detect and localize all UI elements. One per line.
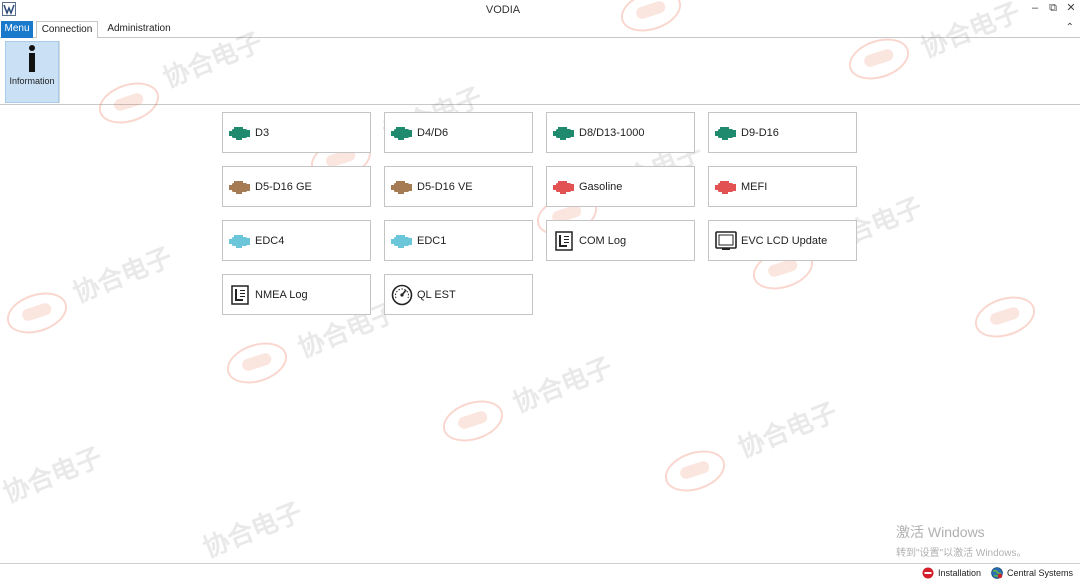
status-installation[interactable]: Installation xyxy=(922,566,981,580)
tile-label: D8/D13-1000 xyxy=(579,126,645,139)
engine-icon xyxy=(229,230,251,252)
gauge-icon xyxy=(391,284,413,306)
log-document-icon xyxy=(553,230,575,252)
chevron-up-icon[interactable]: ⌃ xyxy=(1066,22,1074,33)
display-monitor-icon xyxy=(715,230,737,252)
ribbon-group: Information xyxy=(4,41,60,103)
watermark-logo xyxy=(437,393,509,449)
tile-edc4[interactable]: EDC4 xyxy=(222,220,371,261)
engine-icon xyxy=(229,176,251,198)
tile-label: D3 xyxy=(255,126,270,139)
tile-gasoline[interactable]: Gasoline xyxy=(546,166,695,207)
ribbon-panel: Information xyxy=(0,38,1080,105)
tile-label: EDC1 xyxy=(417,234,447,247)
status-installation-label: Installation xyxy=(938,568,982,578)
vodia-window: VODIA – ⧉ ✕ Menu Connection Administrati… xyxy=(0,0,1080,581)
engine-icon xyxy=(391,176,413,198)
tile-evc-lcd-update[interactable]: EVC LCD Update xyxy=(708,220,857,261)
watermark-logo xyxy=(221,335,293,391)
ribbon-tab-bar: Menu Connection Administration ⌃ xyxy=(0,20,1080,39)
tile-edc1[interactable]: EDC1 xyxy=(384,220,533,261)
tile-d5-d16-ve[interactable]: D5-D16 VE xyxy=(384,166,533,207)
activation-title: 激活 Windows xyxy=(896,524,985,540)
tile-label: EVC LCD Update xyxy=(741,234,828,247)
tile-d3[interactable]: D3 xyxy=(222,112,371,153)
windows-activation-notice: 激活 Windows 转到"设置"以激活 Windows。 xyxy=(896,522,1026,559)
information-label: Information xyxy=(9,76,55,86)
tile-label: Gasoline xyxy=(579,180,623,193)
watermark-text: 协合电子 xyxy=(734,397,842,465)
engine-icon xyxy=(553,122,575,144)
window-title: VODIA xyxy=(485,4,521,16)
tile-label: MEFI xyxy=(741,180,768,193)
tab-menu[interactable]: Menu xyxy=(1,21,33,38)
tile-ql-est[interactable]: QL EST xyxy=(384,274,533,315)
watermark-logo xyxy=(969,289,1041,345)
tile-label: D9-D16 xyxy=(741,126,779,139)
title-bar: VODIA – ⧉ ✕ xyxy=(0,0,1080,20)
tile-label: D5-D16 GE xyxy=(255,180,312,193)
tile-nmea-log[interactable]: NMEA Log xyxy=(222,274,371,315)
engine-icon xyxy=(229,122,251,144)
watermark-text: 协合电子 xyxy=(509,352,617,420)
engine-icon xyxy=(715,176,737,198)
watermark-text: 协合电子 xyxy=(69,242,177,310)
tile-label: EDC4 xyxy=(255,234,285,247)
tile-d5-d16-ge[interactable]: D5-D16 GE xyxy=(222,166,371,207)
watermark-text: 协合电子 xyxy=(199,497,307,565)
tab-administration[interactable]: Administration xyxy=(102,21,176,38)
tile-label: D5-D16 VE xyxy=(417,180,473,193)
status-central-systems-label: Central Systems xyxy=(1007,568,1074,578)
close-icon[interactable]: ✕ xyxy=(1060,0,1080,18)
activation-subtitle: 转到"设置"以激活 Windows。 xyxy=(896,548,1027,559)
stop-sign-icon xyxy=(922,567,934,579)
tile-d8-d13-1000[interactable]: D8/D13-1000 xyxy=(546,112,695,153)
tile-d4-d6[interactable]: D4/D6 xyxy=(384,112,533,153)
tab-connection[interactable]: Connection xyxy=(36,21,98,39)
engine-icon xyxy=(553,176,575,198)
globe-icon xyxy=(991,567,1003,579)
engine-icon xyxy=(715,122,737,144)
tile-label: NMEA Log xyxy=(255,288,308,301)
status-bar: Installation Central Systems xyxy=(0,563,1080,581)
watermark-logo xyxy=(1,285,73,341)
information-button[interactable]: Information xyxy=(5,41,59,103)
engine-icon xyxy=(391,230,413,252)
tile-label: COM Log xyxy=(579,234,627,247)
engine-icon xyxy=(391,122,413,144)
tile-mefi[interactable]: MEFI xyxy=(708,166,857,207)
watermark-text: 协合电子 xyxy=(0,442,107,510)
watermark-logo xyxy=(659,443,731,499)
status-central-systems[interactable]: Central Systems xyxy=(991,566,1073,580)
log-document-icon xyxy=(229,284,251,306)
information-icon xyxy=(29,45,35,72)
tile-label: D4/D6 xyxy=(417,126,449,139)
tile-com-log[interactable]: COM Log xyxy=(546,220,695,261)
tile-d9-d16[interactable]: D9-D16 xyxy=(708,112,857,153)
tile-label: QL EST xyxy=(417,288,456,301)
